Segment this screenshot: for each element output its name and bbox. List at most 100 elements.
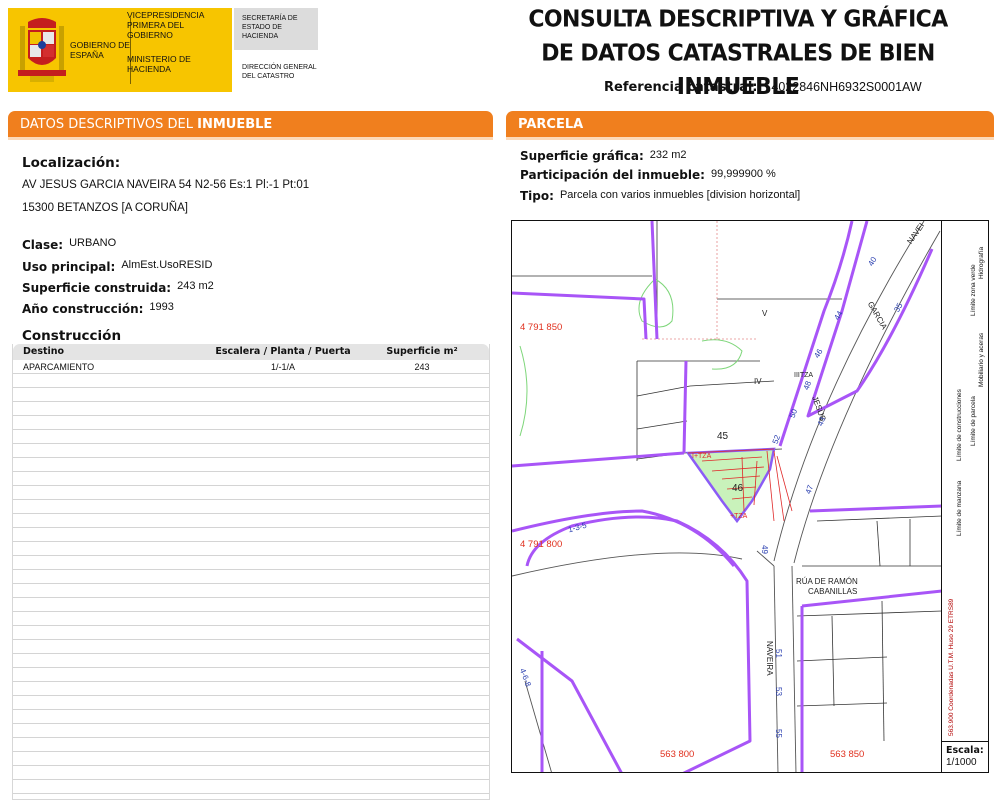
class-label: Clase: xyxy=(22,238,64,252)
coat-of-arms-icon xyxy=(18,18,66,82)
ref-label: Referencia catastral: xyxy=(604,80,758,95)
table-row-empty xyxy=(13,444,489,458)
cell-escalera: 1/-1/A xyxy=(270,362,295,372)
table-row-empty xyxy=(13,612,489,626)
table-row-empty xyxy=(13,402,489,416)
coord-y2: 4 791 800 xyxy=(520,539,563,550)
cell-destino: APARCAMIENTO xyxy=(23,362,95,372)
table-row-empty xyxy=(13,416,489,430)
street-cabanillas: CABANILLAS xyxy=(808,587,858,596)
street-naveira: NAVEIRA xyxy=(765,641,774,676)
map-legend: 563.900 Coordenadas U.T.M. Huso 29 ETRS8… xyxy=(941,221,988,741)
col-escalera: Escalera / Planta / Puerta xyxy=(215,346,351,357)
class-value: URBANO xyxy=(69,237,117,249)
construction-table: Destino Escalera / Planta / Puerta Super… xyxy=(12,344,490,800)
government-name: GOBIERNO DE ESPAÑA xyxy=(70,40,130,60)
table-row-empty xyxy=(13,584,489,598)
use-value: AlmEst.UsoRESID xyxy=(121,259,213,271)
vicepresidencia-label: VICEPRESIDENCIA PRIMERA DEL GOBIERNO xyxy=(127,10,204,40)
scale-value: 1/1000 xyxy=(946,757,977,768)
label-iiitza: IIITZA xyxy=(794,372,814,379)
table-row-empty xyxy=(13,682,489,696)
table-row-empty xyxy=(13,710,489,724)
direccion-label: DIRECCIÓN GENERAL DEL CATASTRO xyxy=(242,64,317,80)
legend-manzana: Límite de manzana xyxy=(956,480,963,536)
col-destino: Destino xyxy=(23,346,65,357)
block-46: 46 xyxy=(732,483,744,494)
participation-field: Participación del inmueble: 99,999900 % xyxy=(520,166,776,184)
block-45: 45 xyxy=(717,431,729,442)
table-row-empty xyxy=(13,430,489,444)
descriptive-header-prefix: DATOS DESCRIPTIVOS DEL xyxy=(20,117,198,132)
secretaria-label: SECRETARÍA DE ESTADO DE HACIENDA xyxy=(234,8,318,50)
table-row-empty xyxy=(13,458,489,472)
parcel-header: PARCELA xyxy=(506,111,994,140)
table-row-empty xyxy=(13,388,489,402)
empty-rows xyxy=(13,374,489,794)
label-itza: +TZA xyxy=(730,513,748,520)
street-ramon: RÚA DE RAMÓN xyxy=(796,577,858,586)
table-row-empty xyxy=(13,556,489,570)
year-value: 1993 xyxy=(149,301,174,313)
map-drawing xyxy=(512,221,942,772)
table-row-empty xyxy=(13,626,489,640)
legend-construcciones: Límite de construcciones xyxy=(956,389,963,461)
table-row-empty xyxy=(13,724,489,738)
label-itza2: I+TZA xyxy=(692,453,712,460)
year-label: Año construcción: xyxy=(22,302,144,316)
graphic-area-field: Superficie gráfica: 232 m2 xyxy=(520,147,686,165)
map-scale: Escala: 1/1000 xyxy=(941,741,988,772)
table-header: Destino Escalera / Planta / Puerta Super… xyxy=(13,344,489,360)
coord-x1: 563 800 xyxy=(660,749,695,760)
graphic-area-label: Superficie gráfica: xyxy=(520,149,644,163)
type-value: Parcela con varios inmuebles [division h… xyxy=(559,189,801,201)
legend-mobiliario: Mobiliario y aceras xyxy=(978,332,985,387)
legend-hidrografia: Hidrografía xyxy=(978,246,985,279)
table-row-empty xyxy=(13,542,489,556)
label-v: V xyxy=(762,309,768,318)
coord-x2: 563 850 xyxy=(830,749,865,760)
table-row-empty xyxy=(13,654,489,668)
legend-coords: 563.900 Coordenadas U.T.M. Huso 29 ETRS8… xyxy=(948,598,955,736)
legend-zona-verde: Límite zona verde xyxy=(970,264,977,316)
graphic-area-value: 232 m2 xyxy=(649,149,687,161)
page-title-line1: CONSULTA DESCRIPTIVA Y GRÁFICA xyxy=(528,6,948,33)
built-area-label: Superficie construida: xyxy=(22,281,172,295)
table-row-empty xyxy=(13,696,489,710)
descriptive-header-bold: INMUEBLE xyxy=(197,117,273,132)
participation-value: 99,999900 % xyxy=(710,168,776,180)
table-row-empty xyxy=(13,570,489,584)
table-row-empty xyxy=(13,500,489,514)
col-superficie: Superficie m² xyxy=(386,346,458,357)
legend-parcela: Límite de parcela xyxy=(970,396,977,446)
table-row-empty xyxy=(13,668,489,682)
table-row-empty xyxy=(13,780,489,794)
use-field: Uso principal: AlmEst.UsoRESID xyxy=(22,258,212,276)
type-label: Tipo: xyxy=(520,189,554,203)
construction-label: Construcción xyxy=(22,328,122,344)
class-field: Clase: URBANO xyxy=(22,236,116,254)
table-row: APARCAMIENTO 1/-1/A 243 xyxy=(13,360,489,374)
label-iv: IV xyxy=(754,377,762,386)
num-55: 55 xyxy=(773,729,783,738)
cadastral-reference: Referencia catastral: 4022846NH6932S0001… xyxy=(604,78,922,95)
scale-label: Escala: xyxy=(946,745,984,756)
type-field: Tipo: Parcela con varios inmuebles [divis… xyxy=(520,187,800,205)
table-row-empty xyxy=(13,640,489,654)
year-field: Año construcción: 1993 xyxy=(22,300,174,318)
cell-superficie: 243 xyxy=(414,362,430,372)
use-label: Uso principal: xyxy=(22,260,116,274)
table-row-empty xyxy=(13,528,489,542)
table-row-empty xyxy=(13,514,489,528)
num-51: 51 xyxy=(773,649,783,658)
built-area-field: Superficie construida: 243 m2 xyxy=(22,279,214,297)
table-row-empty xyxy=(13,766,489,780)
descriptive-data-header: DATOS DESCRIPTIVOS DEL INMUEBLE xyxy=(8,111,493,140)
table-row-empty xyxy=(13,598,489,612)
location-label: Localización: xyxy=(22,155,121,171)
num-49: 49 xyxy=(759,545,769,554)
address-line2: 15300 BETANZOS [A CORUÑA] xyxy=(22,202,188,214)
num-53: 53 xyxy=(773,687,783,696)
cadastral-map[interactable]: 4 791 850 4 791 800 563 800 563 850 45 4… xyxy=(511,220,989,773)
built-area-value: 243 m2 xyxy=(177,280,214,292)
